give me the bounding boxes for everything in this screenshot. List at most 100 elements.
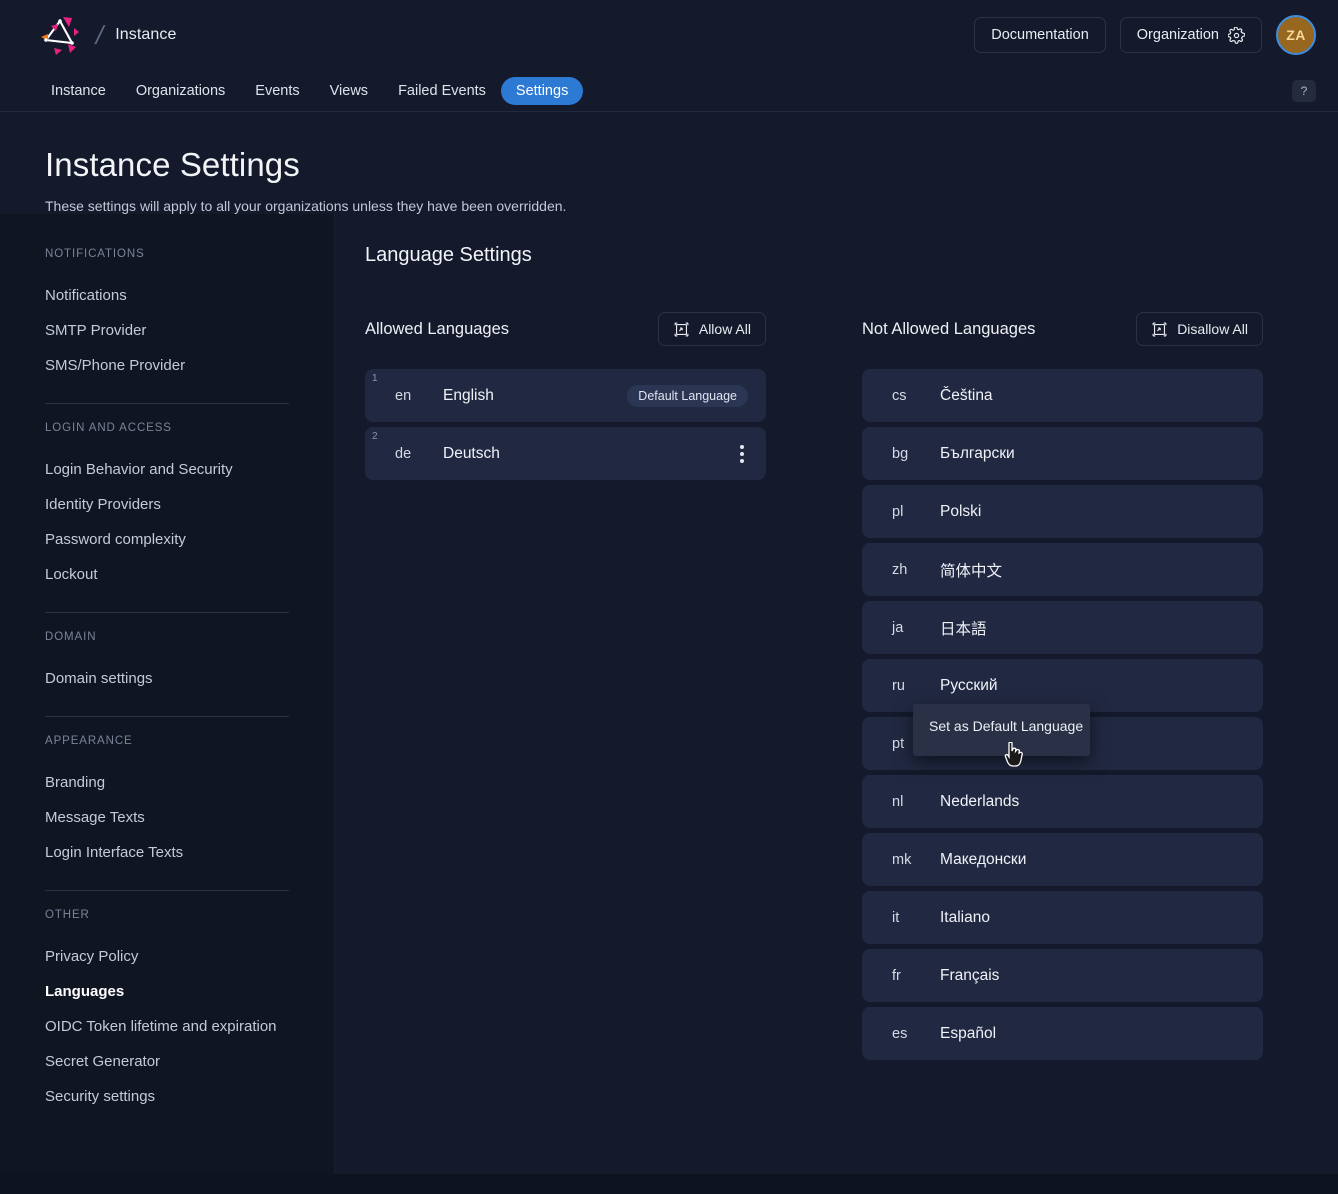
sidebar-item-secret-generator[interactable]: Secret Generator xyxy=(45,1044,289,1079)
sidebar-group-label: NOTIFICATIONS xyxy=(45,248,289,260)
sidebar-item-login-behavior-and-security[interactable]: Login Behavior and Security xyxy=(45,452,289,487)
sidebar-item-notifications[interactable]: Notifications xyxy=(45,278,289,313)
page-title: Instance Settings xyxy=(45,146,1338,184)
sidebar-item-lockout[interactable]: Lockout xyxy=(45,557,289,592)
language-name: 简体中文 xyxy=(940,559,1002,581)
allow-all-label: Allow All xyxy=(699,321,751,337)
sidebar-item-login-interface-texts[interactable]: Login Interface Texts xyxy=(45,835,289,870)
select-all-box-icon xyxy=(673,321,690,338)
language-name: Español xyxy=(940,1025,996,1043)
disallow-all-label: Disallow All xyxy=(1177,321,1248,337)
disallow-all-button[interactable]: Disallow All xyxy=(1136,312,1263,346)
language-code: bg xyxy=(862,446,940,462)
sidebar-divider xyxy=(45,890,289,891)
language-code: es xyxy=(862,1026,940,1042)
row-more-menu-icon[interactable] xyxy=(736,439,748,469)
sidebar-divider xyxy=(45,403,289,404)
tab-events[interactable]: Events xyxy=(240,77,314,105)
not-allowed-language-row[interactable]: csČeština xyxy=(862,369,1263,422)
page-subtitle: These settings will apply to all your or… xyxy=(45,198,1338,214)
not-allowed-languages-title: Not Allowed Languages xyxy=(862,320,1035,339)
language-name: English xyxy=(443,387,494,405)
header-actions: Documentation Organization ZA xyxy=(974,15,1316,55)
tab-organizations[interactable]: Organizations xyxy=(121,77,240,105)
not-allowed-language-row[interactable]: esEspañol xyxy=(862,1007,1263,1060)
not-allowed-language-row[interactable]: bgБългарски xyxy=(862,427,1263,480)
language-columns: Allowed Languages Allow All 1enEnglishDe… xyxy=(365,311,1338,1065)
tab-views[interactable]: Views xyxy=(315,77,383,105)
not-allowed-language-row[interactable]: nlNederlands xyxy=(862,775,1263,828)
not-allowed-language-row[interactable]: zh简体中文 xyxy=(862,543,1263,596)
sidebar-item-password-complexity[interactable]: Password complexity xyxy=(45,522,289,557)
language-name: Русский xyxy=(940,677,998,695)
page-heading: Instance Settings These settings will ap… xyxy=(0,112,1338,214)
row-index: 2 xyxy=(372,431,378,442)
language-name: Français xyxy=(940,967,999,985)
not-allowed-language-row[interactable]: plPolski xyxy=(862,485,1263,538)
language-name: Čeština xyxy=(940,387,993,405)
language-name: Nederlands xyxy=(940,793,1019,811)
language-code: it xyxy=(862,910,940,926)
sidebar-item-message-texts[interactable]: Message Texts xyxy=(45,800,289,835)
row-index: 1 xyxy=(372,373,378,384)
default-language-badge: Default Language xyxy=(627,385,748,407)
sidebar-group-label: LOGIN AND ACCESS xyxy=(45,422,289,434)
not-allowed-language-row[interactable]: itItaliano xyxy=(862,891,1263,944)
sidebar-item-smtp-provider[interactable]: SMTP Provider xyxy=(45,313,289,348)
help-icon[interactable]: ? xyxy=(1292,80,1316,102)
documentation-label: Documentation xyxy=(991,27,1089,43)
tab-settings[interactable]: Settings xyxy=(501,77,583,105)
sidebar-item-sms-phone-provider[interactable]: SMS/Phone Provider xyxy=(45,348,289,383)
language-code: nl xyxy=(862,794,940,810)
language-code: fr xyxy=(862,968,940,984)
not-allowed-language-row[interactable]: mkМакедонски xyxy=(862,833,1263,886)
language-name: Български xyxy=(940,445,1015,463)
organization-label: Organization xyxy=(1137,27,1219,43)
sidebar-group-label: APPEARANCE xyxy=(45,735,289,747)
not-allowed-language-row[interactable]: ja日本語 xyxy=(862,601,1263,654)
language-code: zh xyxy=(862,562,940,578)
sidebar-item-security-settings[interactable]: Security settings xyxy=(45,1079,289,1114)
language-name: 日本語 xyxy=(940,617,987,639)
language-context-menu: Set as Default Language xyxy=(913,704,1090,756)
zitadel-logo-icon[interactable] xyxy=(36,12,84,58)
language-code: cs xyxy=(862,388,940,404)
language-name: Македонски xyxy=(940,851,1026,869)
page-body: NOTIFICATIONSNotificationsSMTP ProviderS… xyxy=(0,214,1338,1174)
sidebar-item-oidc-token-lifetime-and-expiration[interactable]: OIDC Token lifetime and expiration xyxy=(45,1009,289,1044)
sidebar-item-privacy-policy[interactable]: Privacy Policy xyxy=(45,939,289,974)
language-code: ru xyxy=(862,678,940,694)
organization-button[interactable]: Organization xyxy=(1120,17,1262,53)
language-code: ja xyxy=(862,620,940,636)
breadcrumb[interactable]: Instance xyxy=(115,26,176,44)
not-allowed-languages-header: Not Allowed Languages Disallow All xyxy=(862,311,1263,347)
settings-sidebar: NOTIFICATIONSNotificationsSMTP ProviderS… xyxy=(0,214,335,1174)
main-content: Language Settings Allowed Languages xyxy=(335,214,1338,1174)
tab-instance[interactable]: Instance xyxy=(36,77,121,105)
sidebar-item-identity-providers[interactable]: Identity Providers xyxy=(45,487,289,522)
sidebar-group-label: OTHER xyxy=(45,909,289,921)
sidebar-divider xyxy=(45,612,289,613)
language-name: Deutsch xyxy=(443,445,500,463)
section-title: Language Settings xyxy=(365,244,1338,267)
not-allowed-language-row[interactable]: frFrançais xyxy=(862,949,1263,1002)
gear-icon xyxy=(1228,27,1245,44)
sidebar-item-domain-settings[interactable]: Domain settings xyxy=(45,661,289,696)
sidebar-item-languages[interactable]: Languages xyxy=(45,974,289,1009)
avatar[interactable]: ZA xyxy=(1276,15,1316,55)
language-code: pl xyxy=(862,504,940,520)
documentation-button[interactable]: Documentation xyxy=(974,17,1106,53)
sidebar-divider xyxy=(45,716,289,717)
tab-failed-events[interactable]: Failed Events xyxy=(383,77,501,105)
allowed-language-row[interactable]: 1enEnglishDefault Language xyxy=(365,369,766,422)
not-allowed-languages-column: Not Allowed Languages Disallow All csČeš… xyxy=(862,311,1263,1065)
sidebar-item-branding[interactable]: Branding xyxy=(45,765,289,800)
language-code: mk xyxy=(862,852,940,868)
set-as-default-language-menu-item[interactable]: Set as Default Language xyxy=(913,712,1090,740)
sidebar-group-label: DOMAIN xyxy=(45,631,289,643)
allow-all-button[interactable]: Allow All xyxy=(658,312,766,346)
main-nav-tabs: Instance Organizations Events Views Fail… xyxy=(0,70,1338,112)
top-header-bar: / Instance Documentation Organization ZA xyxy=(0,0,1338,70)
allowed-languages-list: 1enEnglishDefault Language2deDeutsch xyxy=(365,369,766,480)
allowed-language-row[interactable]: 2deDeutsch xyxy=(365,427,766,480)
